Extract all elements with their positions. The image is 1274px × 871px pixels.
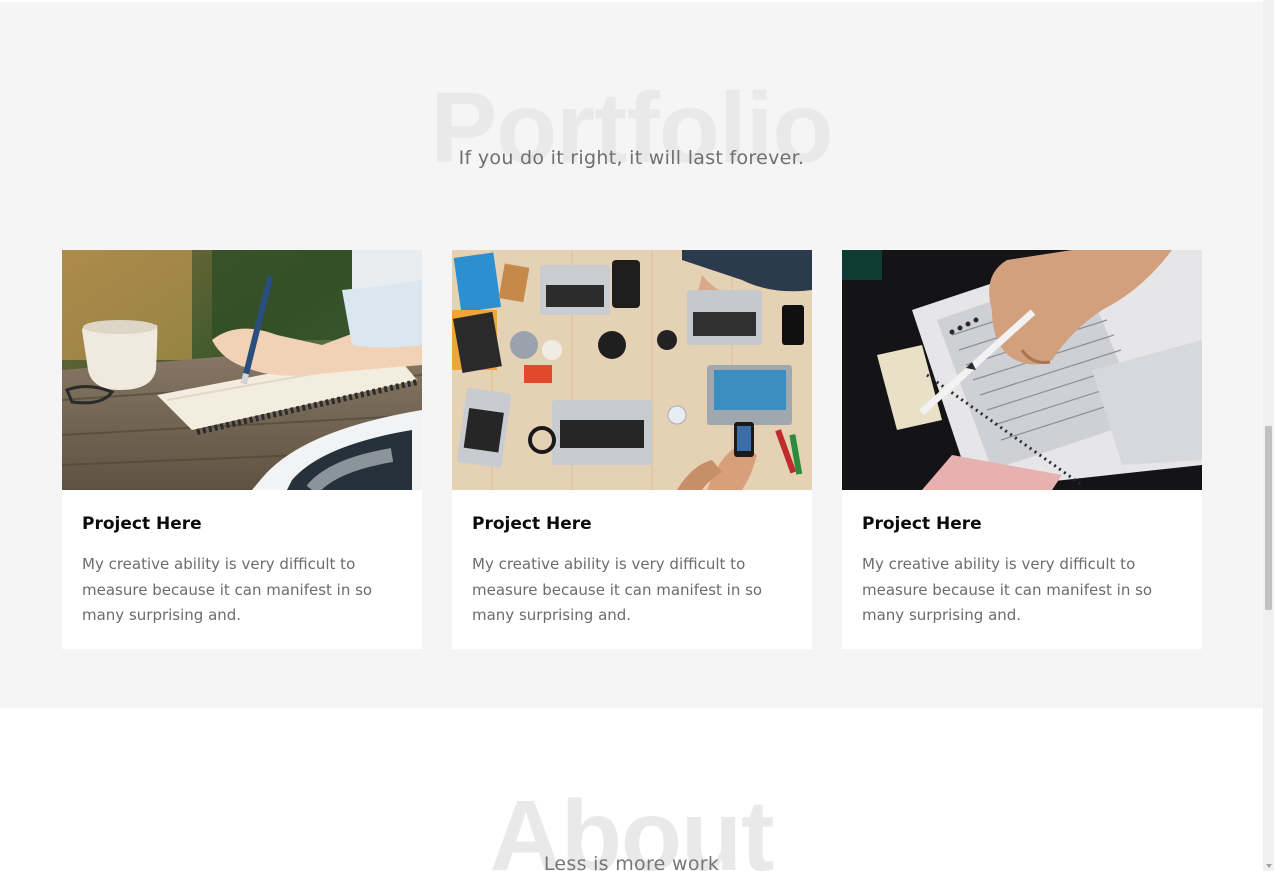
page: Portfolio If you do it right, it will la… xyxy=(0,0,1263,871)
project-description: My creative ability is very difficult to… xyxy=(82,555,373,624)
project-image-notebook[interactable] xyxy=(62,250,422,490)
project-image-laptops[interactable] xyxy=(452,250,812,490)
portfolio-grid: Project Here My creative ability is very… xyxy=(62,250,1202,649)
project-description: My creative ability is very difficult to… xyxy=(472,555,763,624)
project-description: My creative ability is very difficult to… xyxy=(862,555,1153,624)
about-section: About Less is more work xyxy=(0,708,1263,871)
project-title[interactable]: Project Here xyxy=(862,514,982,534)
project-card[interactable]: Project Here My creative ability is very… xyxy=(62,250,422,649)
portfolio-section: Portfolio If you do it right, it will la… xyxy=(0,2,1263,708)
project-title[interactable]: Project Here xyxy=(82,514,202,534)
scrollbar-thumb[interactable] xyxy=(1265,426,1272,610)
project-title[interactable]: Project Here xyxy=(472,514,592,534)
portfolio-subtitle: If you do it right, it will last forever… xyxy=(458,147,805,169)
vertical-scrollbar[interactable] xyxy=(1263,0,1274,871)
project-card[interactable]: Project Here My creative ability is very… xyxy=(842,250,1202,649)
project-image-answer-sheet[interactable] xyxy=(842,250,1202,490)
scroll-down-arrow-icon[interactable] xyxy=(1266,864,1272,868)
project-card[interactable]: Project Here My creative ability is very… xyxy=(452,250,812,649)
about-subtitle: Less is more work xyxy=(543,853,720,871)
